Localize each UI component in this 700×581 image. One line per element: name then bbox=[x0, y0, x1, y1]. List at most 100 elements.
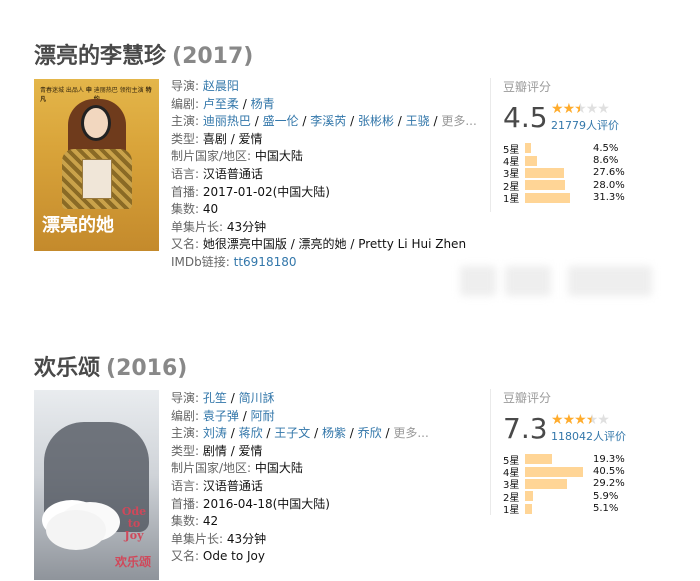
star-icon: ★ bbox=[574, 101, 587, 117]
score-row: 7.3 ★★★★★ 118042人评价 bbox=[503, 412, 640, 445]
star-icon: ★ bbox=[551, 101, 564, 117]
writer-link[interactable]: 阿耐 bbox=[251, 409, 275, 423]
rating-bar-row: 1星 5.1% bbox=[503, 503, 640, 517]
movie-year: (2017) bbox=[172, 44, 254, 69]
rating-bar-fill bbox=[525, 491, 534, 502]
star-icon: ★ bbox=[597, 412, 610, 428]
cast-link[interactable]: 杨紫 bbox=[322, 426, 346, 440]
movie-info: 导演: 赵晨阳 编剧: 卢至柔 / 杨青 主演: 迪丽热巴 / 盛一伦 / 李溪… bbox=[171, 78, 477, 272]
poster-face bbox=[81, 105, 111, 141]
info-language-row: 语言: 汉语普通话 bbox=[171, 478, 263, 493]
movie-poster[interactable]: 青春迷城 出品人 申凡 迪丽热巴 领衔主演 特约 漂亮的她 bbox=[34, 79, 159, 251]
poster-en-title: Ode to Joy bbox=[121, 504, 147, 542]
rating-bar-row: 1星 31.3% bbox=[503, 192, 640, 206]
info-language-row: 语言: 汉语普通话 bbox=[171, 166, 263, 181]
more-cast-link[interactable]: 更多... bbox=[393, 426, 428, 440]
info-country-row: 制片国家/地区: 中国大陆 bbox=[171, 461, 303, 476]
poster-title: 漂亮的她 bbox=[42, 215, 114, 236]
rating-bar-fill bbox=[525, 167, 565, 178]
movie-entry: 漂亮的李慧珍(2017) 青春迷城 出品人 申凡 迪丽热巴 领衔主演 特约 漂亮… bbox=[0, 0, 700, 300]
rating-bar-percent: 5.1% bbox=[593, 503, 619, 515]
rating-bars: 5星 19.3% 4星 40.5% 3星 29.2% 2星 5.9% 1星 5.1% bbox=[503, 453, 640, 517]
rating-bar-fill bbox=[525, 503, 533, 514]
info-premiere-row: 首播: 2016-04-18(中国大陆) bbox=[171, 496, 330, 511]
info-writer-row: 编剧: 卢至柔 / 杨青 bbox=[171, 96, 275, 111]
star-icon: ★ bbox=[574, 412, 587, 428]
info-cast-row: 主演: 刘涛 / 蒋欣 / 王子文 / 杨紫 / 乔欣 / 更多... bbox=[171, 426, 429, 441]
poster-zh-title: 欢乐颂 bbox=[114, 555, 151, 569]
cast-link[interactable]: 乔欣 bbox=[358, 426, 382, 440]
star-icon: ★ bbox=[562, 101, 576, 117]
info-aka-row: 又名: Ode to Joy bbox=[171, 549, 265, 564]
rating-bar-track bbox=[525, 143, 589, 154]
cast-link[interactable]: 王子文 bbox=[274, 426, 310, 440]
info-runtime-row: 单集片长: 43分钟 bbox=[171, 219, 267, 234]
info-cast-row: 主演: 迪丽热巴 / 盛一伦 / 李溪芮 / 张彬彬 / 王骁 / 更多... bbox=[171, 114, 477, 129]
imdb-link[interactable]: tt6918180 bbox=[234, 255, 297, 269]
info-episodes-row: 集数: 40 bbox=[171, 202, 219, 217]
star-rating-icon: ★★★★★ bbox=[551, 413, 626, 427]
movie-year: (2016) bbox=[106, 356, 188, 381]
rating-bar-fill bbox=[525, 192, 570, 203]
rating-bar-percent: 8.6% bbox=[593, 155, 619, 167]
rating-bar-percent: 27.6% bbox=[593, 167, 625, 179]
writer-link[interactable]: 杨青 bbox=[251, 97, 275, 111]
poster-magazine bbox=[82, 159, 112, 199]
rating-bar-track bbox=[525, 167, 589, 178]
director-link[interactable]: 赵晨阳 bbox=[203, 79, 239, 93]
rating-bar-label: 1星 bbox=[503, 505, 520, 517]
rating-bar-fill bbox=[525, 155, 538, 166]
rating-panel: 豆瓣评分 7.3 ★★★★★ 118042人评价 5星 19.3% 4星 40.5% 3… bbox=[490, 389, 640, 517]
cast-link[interactable]: 张彬彬 bbox=[358, 114, 394, 128]
cast-link[interactable]: 李溪芮 bbox=[310, 114, 346, 128]
rating-bar-fill bbox=[525, 143, 532, 154]
poster-balloons bbox=[46, 510, 106, 550]
movie-title: 欢乐颂 (2016) bbox=[34, 350, 187, 382]
rating-bar-track bbox=[525, 478, 589, 489]
movie-poster[interactable]: Ode to Joy 欢乐颂 bbox=[34, 390, 159, 580]
info-episodes-row: 集数: 42 bbox=[171, 514, 219, 529]
info-imdb-row: IMDb链接: tt6918180 bbox=[171, 254, 297, 269]
info-genre-row: 类型: 剧情 / 爱情 bbox=[171, 443, 263, 458]
rating-bar-track bbox=[525, 192, 589, 203]
rating-bar-fill bbox=[525, 180, 565, 191]
rating-bar-percent: 31.3% bbox=[593, 192, 625, 204]
blurred-region bbox=[568, 266, 652, 296]
movie-title-text: 欢乐颂 bbox=[34, 356, 101, 381]
director-link[interactable]: 孔笙 bbox=[203, 391, 227, 405]
rating-bar-percent: 40.5% bbox=[593, 466, 625, 478]
star-icon: ★ bbox=[551, 412, 564, 428]
star-icon: ★ bbox=[562, 412, 576, 428]
blurred-region bbox=[505, 266, 551, 296]
info-director-row: 导演: 赵晨阳 bbox=[171, 79, 239, 93]
writer-link[interactable]: 袁子弹 bbox=[203, 409, 239, 423]
rating-bar-percent: 5.9% bbox=[593, 490, 619, 502]
info-director-row: 导演: 孔笙 / 简川訸 bbox=[171, 391, 275, 405]
rating-score: 4.5 bbox=[503, 101, 548, 134]
cast-link[interactable]: 刘涛 bbox=[203, 426, 227, 440]
cast-link[interactable]: 盛一伦 bbox=[263, 114, 299, 128]
star-rating-icon: ★★★★★ bbox=[551, 102, 619, 116]
rating-bar-fill bbox=[525, 466, 583, 477]
more-cast-link[interactable]: 更多... bbox=[441, 114, 476, 128]
cast-link[interactable]: 王骁 bbox=[406, 114, 430, 128]
info-genre-row: 类型: 喜剧 / 爱情 bbox=[171, 131, 263, 146]
rating-bar-track bbox=[525, 503, 589, 514]
score-row: 4.5 ★★★★★ 21779人评价 bbox=[503, 101, 640, 134]
movie-entry: 欢乐颂 (2016) Ode to Joy 欢乐颂 导演: 孔笙 / 简川訸 编剧… bbox=[0, 330, 700, 581]
rating-bar-percent: 28.0% bbox=[593, 179, 625, 191]
votes-link[interactable]: 21779人评价 bbox=[551, 117, 619, 133]
info-aka-row: 又名: 她很漂亮中国版 / 漂亮的她 / Pretty Li Hui Zhen bbox=[171, 237, 467, 252]
cast-link[interactable]: 迪丽热巴 bbox=[203, 114, 251, 128]
director-link[interactable]: 简川訸 bbox=[239, 391, 275, 405]
rating-bar-label: 1星 bbox=[503, 194, 520, 206]
rating-score: 7.3 bbox=[503, 412, 548, 445]
writer-link[interactable]: 卢至柔 bbox=[203, 97, 239, 111]
cast-link[interactable]: 蒋欣 bbox=[239, 426, 263, 440]
rating-bar-track bbox=[525, 454, 589, 465]
movie-title: 漂亮的李慧珍 (2017) bbox=[34, 38, 253, 70]
rating-bars: 5星 4.5% 4星 8.6% 3星 27.6% 2星 28.0% 1星 31.3% bbox=[503, 142, 640, 206]
blurred-region bbox=[460, 266, 496, 296]
votes-link[interactable]: 118042人评价 bbox=[551, 428, 626, 444]
movie-info: 导演: 孔笙 / 简川訸 编剧: 袁子弹 / 阿耐 主演: 刘涛 / 蒋欣 / … bbox=[171, 390, 429, 566]
